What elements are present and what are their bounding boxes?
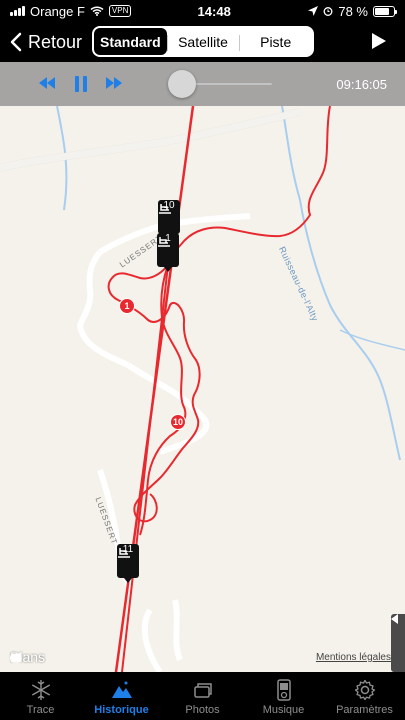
tab-photos[interactable]: Photos (162, 672, 243, 720)
playback-time: 09:16:05 (336, 77, 387, 92)
bottom-tab-bar: Trace Historique Photos Musique Paramètr… (0, 672, 405, 720)
battery-percent: 78 % (338, 3, 368, 19)
tab-label: Paramètres (336, 704, 393, 716)
back-label: Retour (28, 31, 83, 52)
back-button[interactable]: Retour (0, 32, 92, 53)
carrier-name: Orange F (30, 3, 85, 19)
apple-icon (10, 650, 22, 663)
map-type-segmented-control: Standard Satellite Piste (92, 26, 314, 57)
snowflake-icon (31, 680, 50, 700)
top-nav-bar: Retour Standard Satellite Piste (0, 22, 405, 62)
rewind-icon[interactable] (38, 76, 56, 90)
lift-marker-10[interactable]: 10 (158, 200, 180, 239)
chairlift-icon (118, 548, 130, 558)
status-bar: Orange F VPN 14:48 78 % (0, 0, 405, 22)
tab-trace[interactable]: Trace (0, 672, 81, 720)
mountain-icon (111, 681, 132, 698)
segment-satellite[interactable]: Satellite (166, 28, 240, 55)
photos-icon (193, 683, 212, 698)
fast-forward-icon[interactable] (105, 76, 123, 90)
cellular-signal-icon (10, 6, 25, 16)
tab-parametres[interactable]: Paramètres (324, 672, 405, 720)
alarm-icon (323, 7, 333, 16)
tab-label: Photos (185, 704, 220, 716)
side-panel-handle[interactable] (391, 614, 405, 672)
music-player-icon (276, 679, 291, 701)
point-marker-10[interactable]: 10 (170, 414, 186, 430)
battery-level (375, 7, 390, 15)
chairlift-icon (158, 237, 170, 247)
chevron-left-icon (391, 614, 398, 624)
chairlift-icon (159, 204, 171, 214)
maps-logo: Plans (10, 649, 45, 665)
tab-label: Trace (26, 704, 55, 716)
play-icon[interactable] (371, 32, 387, 50)
legal-mentions-link[interactable]: Mentions légales (316, 652, 391, 663)
segment-piste[interactable]: Piste (239, 28, 312, 55)
tab-historique[interactable]: Historique (81, 672, 162, 720)
tab-label: Musique (262, 704, 305, 716)
chevron-left-icon (10, 32, 22, 52)
playback-slider-thumb[interactable] (168, 70, 196, 98)
battery-icon (373, 5, 397, 17)
location-arrow-icon (308, 6, 319, 16)
segment-standard[interactable]: Standard (94, 28, 167, 55)
vpn-badge: VPN (108, 5, 132, 17)
point-marker-1[interactable]: 1 (119, 298, 135, 314)
playback-bar: 09:16:05 (0, 62, 405, 106)
tab-musique[interactable]: Musique (243, 672, 324, 720)
wifi-icon (90, 6, 104, 16)
pause-icon[interactable] (74, 75, 88, 93)
lift-marker-11[interactable]: 11 (117, 544, 139, 583)
lift-marker-1[interactable]: 1 (157, 233, 179, 272)
tab-label: Historique (94, 704, 149, 716)
status-time: 14:48 (197, 3, 231, 19)
gear-icon (354, 679, 375, 701)
